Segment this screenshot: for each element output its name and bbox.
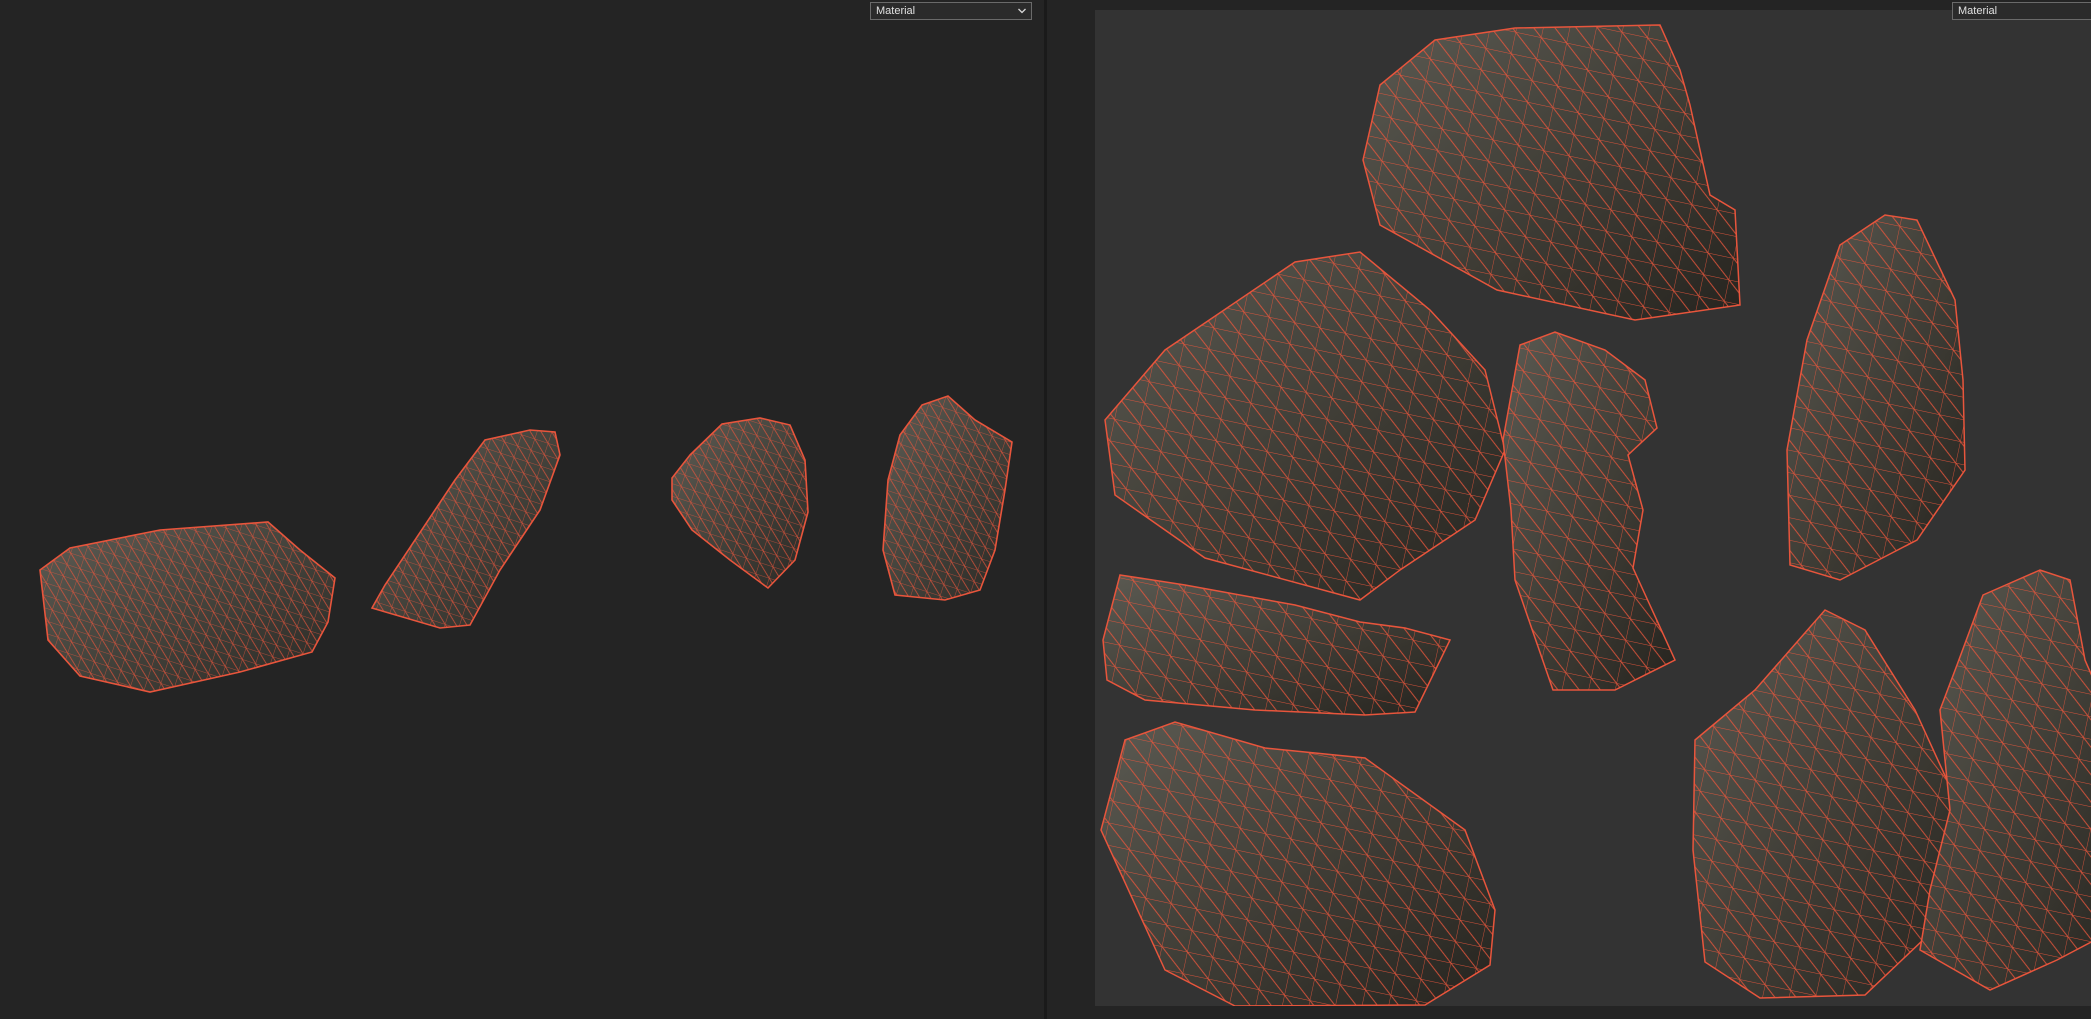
uv-island-2[interactable] [1104, 251, 1506, 601]
rock-mesh-1[interactable] [39, 521, 336, 693]
rock-mesh-4[interactable] [882, 395, 1013, 601]
viewport-uv[interactable] [1047, 0, 2091, 1019]
uv-islands[interactable] [1095, 10, 2091, 1006]
uv-island-4[interactable] [1786, 214, 1966, 581]
shading-mode-label: Material [876, 5, 916, 17]
shading-mode-dropdown-3d[interactable]: Material [870, 2, 1032, 20]
uv-canvas[interactable] [1095, 10, 2091, 1006]
uv-island-6[interactable] [1100, 721, 1496, 1006]
uv-island-3[interactable] [1502, 331, 1676, 691]
shading-mode-label: Material [1958, 5, 1998, 17]
rock-meshes-3d[interactable] [0, 0, 1044, 1019]
viewport-3d[interactable] [0, 0, 1044, 1019]
rock-mesh-2[interactable] [370, 429, 561, 629]
shading-mode-dropdown-uv[interactable]: Material [1952, 2, 2091, 20]
uv-island-5[interactable] [1102, 574, 1452, 716]
uv-island-1[interactable] [1362, 24, 1741, 321]
chevron-down-icon [1018, 8, 1026, 14]
rock-mesh-3[interactable] [671, 417, 809, 590]
